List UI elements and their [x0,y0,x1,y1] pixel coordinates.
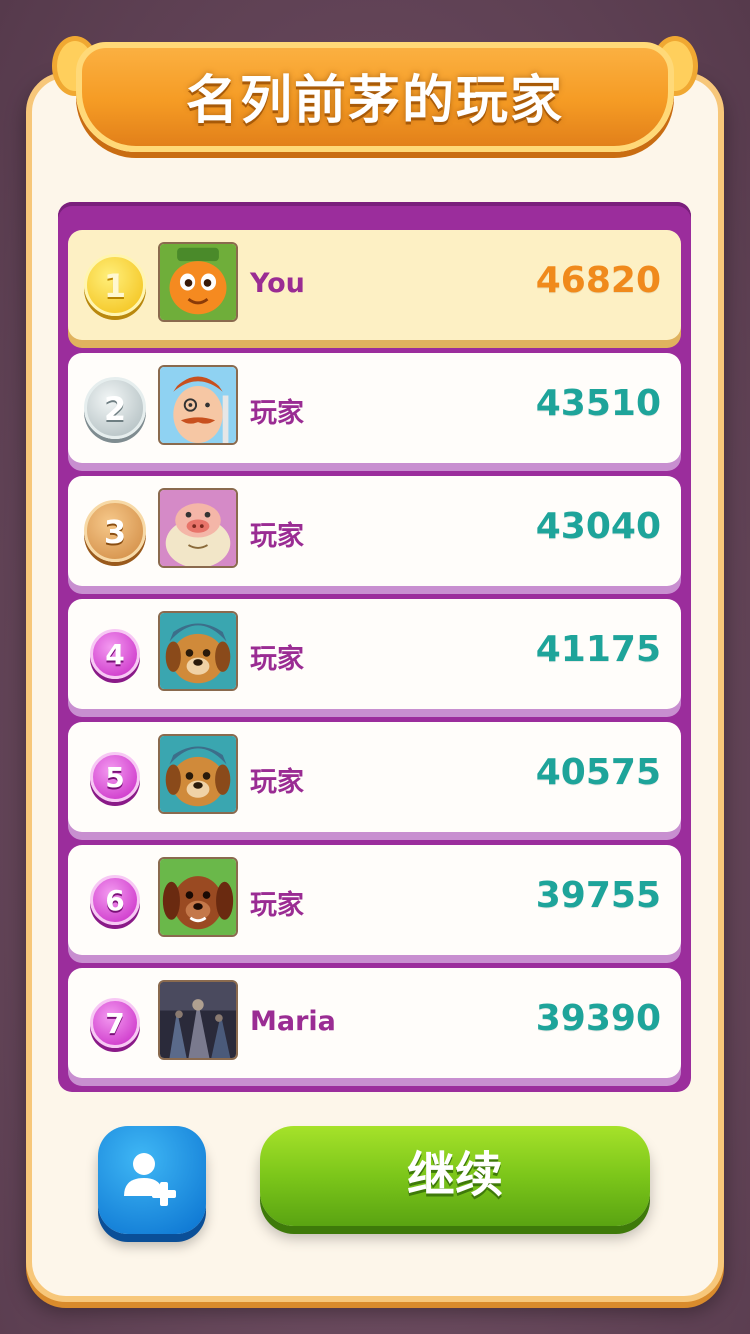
leaderboard-list[interactable]: 1 You 46820 2 玩家 43510 3 玩家 43040 4 玩家 4… [58,202,691,1092]
avatar-pilot-dog[interactable] [158,734,238,814]
avatar-carrot-character[interactable] [158,242,238,322]
rank-badge-purple: 7 [90,998,140,1048]
rank-badge-bronze: 3 [84,500,146,562]
player-name: You [250,268,305,299]
avatar-brown-dog[interactable] [158,857,238,937]
player-name: 玩家 [250,521,304,552]
player-score: 39390 [535,998,661,1039]
rank-badge-gold: 1 [84,254,146,316]
player-score: 43510 [535,383,661,424]
player-score: 40575 [535,752,661,793]
add-friend-button[interactable] [98,1126,206,1234]
add-friend-icon [124,1153,176,1206]
player-name: 玩家 [250,644,304,675]
leaderboard-row-3[interactable]: 3 玩家 43040 [68,476,681,586]
avatar-photo[interactable] [158,980,238,1060]
avatar-monocle-man[interactable] [158,365,238,445]
player-name: 玩家 [250,890,304,921]
avatar-pig-character[interactable] [158,488,238,568]
leaderboard-row-4[interactable]: 4 玩家 41175 [68,599,681,709]
player-score: 39755 [535,875,661,916]
player-name: Maria [250,1006,336,1037]
leaderboard-row-5[interactable]: 5 玩家 40575 [68,722,681,832]
leaderboard-row-1[interactable]: 1 You 46820 [68,230,681,340]
rank-badge-silver: 2 [84,377,146,439]
player-score: 41175 [535,629,661,670]
title-banner: 名列前茅的玩家 [52,36,698,164]
avatar-pilot-dog[interactable] [158,611,238,691]
rank-badge-purple: 6 [90,875,140,925]
player-score: 46820 [535,260,661,301]
continue-button[interactable]: 继续 [260,1126,650,1226]
leaderboard-row-6[interactable]: 6 玩家 39755 [68,845,681,955]
page-title: 名列前茅的玩家 [185,71,564,131]
leaderboard-row-7[interactable]: 7 Maria 39390 [68,968,681,1078]
rank-badge-purple: 4 [90,629,140,679]
player-name: 玩家 [250,398,304,429]
rank-badge-purple: 5 [90,752,140,802]
player-name: 玩家 [250,767,304,798]
player-score: 43040 [535,506,661,547]
leaderboard-row-2[interactable]: 2 玩家 43510 [68,353,681,463]
